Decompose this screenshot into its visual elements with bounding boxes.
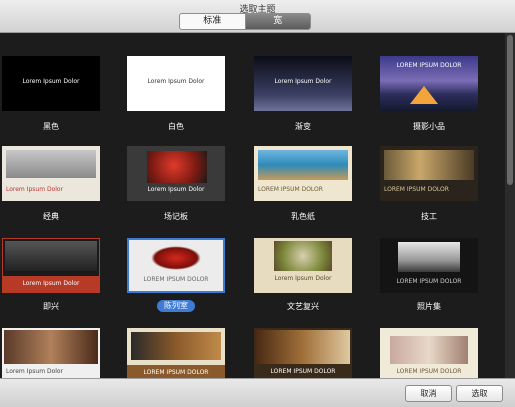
theme-thumbnail-row4-1[interactable]: Lorem Ipsum Dolor: [2, 328, 100, 378]
bridge-image: [6, 150, 96, 178]
theme-thumbnail-row4-2[interactable]: LOREM IPSUM DOLOR: [127, 328, 225, 378]
bottles-image: [384, 150, 474, 180]
tea-image: [131, 332, 221, 360]
theme-label-classic: 经典: [43, 212, 59, 221]
thumb-title: LOREM IPSUM DOLOR: [384, 186, 449, 193]
theme-thumbnail-row4-4[interactable]: LOREM IPSUM DOLOR: [380, 328, 478, 378]
thumb-title: LOREM IPSUM DOLOR: [396, 62, 462, 69]
coast-image: [258, 150, 348, 180]
theme-label-white: 白色: [168, 122, 184, 131]
thumb-title: Lorem Ipsum Dolor: [274, 78, 332, 85]
theme-thumbnail-photo-essay[interactable]: LOREM IPSUM DOLOR: [380, 56, 478, 111]
aspect-segmented-control[interactable]: 标准 宽: [179, 13, 311, 30]
cancel-button[interactable]: 取消: [405, 385, 452, 402]
thumb-title: Lorem Ipsum Dolor: [147, 78, 205, 85]
motorcycle-image: [151, 246, 201, 270]
theme-thumbnail-black[interactable]: Lorem Ipsum Dolor: [2, 56, 100, 111]
theme-thumbnail-gradient[interactable]: Lorem Ipsum Dolor: [254, 56, 352, 111]
tree-image: [398, 242, 460, 272]
theme-label-improv: 即兴: [43, 302, 59, 311]
theme-thumbnail-improv[interactable]: Lorem Ipsum Dolor: [2, 238, 100, 293]
bottom-bar: 取消 选取: [0, 378, 515, 407]
theme-label-gradient: 渐变: [295, 122, 311, 131]
food-image: [274, 241, 332, 271]
parrot-image: [147, 151, 207, 183]
theme-thumbnail-row4-3[interactable]: LOREM IPSUM DOLOR: [254, 328, 352, 378]
theme-thumbnail-craft[interactable]: LOREM IPSUM DOLOR: [380, 146, 478, 201]
kids-image: [4, 330, 98, 364]
scrollbar-thumb[interactable]: [507, 35, 513, 185]
coffee-image: [256, 330, 350, 364]
thumb-title: Lorem Ipsum Dolor: [22, 78, 80, 85]
theme-thumbnail-classic[interactable]: Lorem Ipsum Dolor: [2, 146, 100, 201]
thumb-title: LOREM IPSUM DOLOR: [396, 278, 462, 285]
choose-button[interactable]: 选取: [456, 385, 503, 402]
theme-thumbnail-photo-album[interactable]: LOREM IPSUM DOLOR: [380, 238, 478, 293]
theme-gallery: Lorem Ipsum Dolor 黑色 Lorem Ipsum Dolor 白…: [0, 33, 505, 378]
thumb-title: LOREM IPSUM DOLOR: [143, 276, 209, 283]
thumb-title: LOREM IPSUM DOLOR: [127, 365, 225, 378]
segment-wide[interactable]: 宽: [244, 14, 310, 29]
theme-label-slate: 场记板: [164, 212, 188, 221]
theme-label-craft: 技工: [421, 212, 437, 221]
title-bar: 选取主题 标准 宽: [0, 0, 515, 33]
houses-image: [390, 336, 468, 364]
theme-thumbnail-showroom[interactable]: LOREM IPSUM DOLOR: [127, 238, 225, 293]
vertical-scrollbar[interactable]: [505, 33, 515, 378]
theme-label-photo-album: 照片集: [417, 302, 441, 311]
theme-label-cream-paper: 乳色纸: [291, 212, 315, 221]
theme-thumbnail-renaissance[interactable]: Lorem Ipsum Dolor: [254, 238, 352, 293]
theme-label-showroom-selected: 陈列室: [157, 300, 195, 312]
theme-thumbnail-slate[interactable]: Lorem Ipsum Dolor: [127, 146, 225, 201]
thumb-title: LOREM IPSUM DOLOR: [270, 368, 336, 375]
thumb-title: LOREM IPSUM DOLOR: [258, 186, 323, 193]
thumb-title: LOREM IPSUM DOLOR: [396, 368, 462, 375]
tent-image: [410, 86, 438, 104]
theme-thumbnail-cream-paper[interactable]: LOREM IPSUM DOLOR: [254, 146, 352, 201]
bike-image: [5, 241, 97, 271]
thumb-title: Lorem Ipsum Dolor: [274, 275, 332, 282]
thumb-title: Lorem Ipsum Dolor: [3, 276, 99, 292]
theme-label-photo-essay: 摄影小品: [413, 122, 445, 131]
segment-standard[interactable]: 标准: [180, 14, 245, 29]
thumb-title: Lorem Ipsum Dolor: [6, 368, 64, 375]
thumb-title: Lorem Ipsum Dolor: [147, 186, 205, 193]
theme-label-renaissance: 文艺复兴: [287, 302, 319, 311]
theme-thumbnail-white[interactable]: Lorem Ipsum Dolor: [127, 56, 225, 111]
thumb-title: Lorem Ipsum Dolor: [6, 186, 64, 193]
theme-label-black: 黑色: [43, 122, 59, 131]
